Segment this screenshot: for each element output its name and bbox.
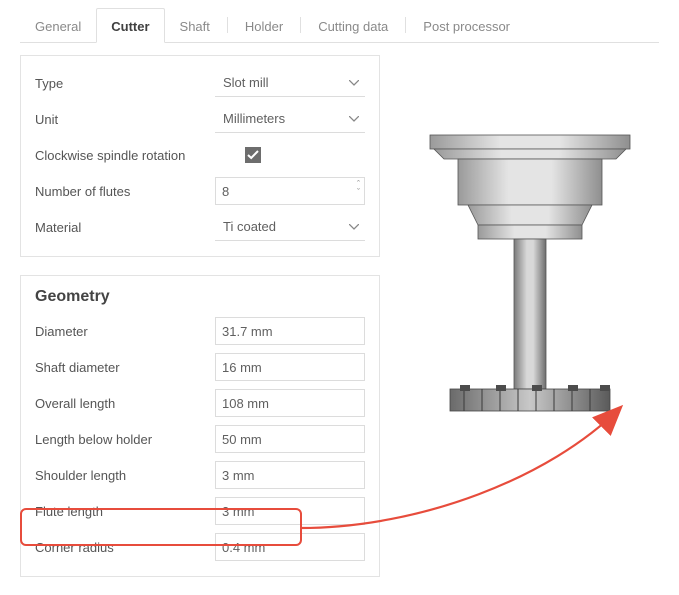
chevron-down-icon: [349, 116, 359, 122]
flutelen-value: 3 mm: [222, 504, 255, 519]
basic-panel: Type Slot mill Unit Mill: [20, 55, 380, 257]
shaftdia-label: Shaft diameter: [35, 360, 215, 375]
diameter-label: Diameter: [35, 324, 215, 339]
tab-post-processor[interactable]: Post processor: [408, 8, 525, 43]
chevron-down-icon: [349, 224, 359, 230]
diameter-value: 31.7 mm: [222, 324, 273, 339]
material-value: Ti coated: [223, 219, 276, 234]
type-value: Slot mill: [223, 75, 269, 90]
tab-cutter[interactable]: Cutter: [96, 8, 164, 43]
overall-label: Overall length: [35, 396, 215, 411]
cw-checkbox[interactable]: [245, 147, 261, 163]
below-field[interactable]: 50 mm: [215, 425, 365, 453]
tab-separator: [300, 17, 301, 33]
flutelen-label: Flute length: [35, 504, 215, 519]
below-value: 50 mm: [222, 432, 262, 447]
flutes-value: 8: [222, 184, 229, 199]
flutelen-field[interactable]: 3 mm: [215, 497, 365, 525]
type-label: Type: [35, 76, 215, 91]
corner-value: 0.4 mm: [222, 540, 265, 555]
cw-label: Clockwise spindle rotation: [35, 148, 245, 163]
tab-shaft[interactable]: Shaft: [165, 8, 225, 43]
tab-bar: General Cutter Shaft Holder Cutting data…: [20, 8, 659, 43]
corner-label: Corner radius: [35, 540, 215, 555]
overall-value: 108 mm: [222, 396, 269, 411]
flutes-label: Number of flutes: [35, 184, 215, 199]
tab-holder[interactable]: Holder: [230, 8, 298, 43]
tab-separator: [227, 17, 228, 33]
flutes-stepper[interactable]: 8 ˆ ˇ: [215, 177, 365, 205]
corner-field[interactable]: 0.4 mm: [215, 533, 365, 561]
unit-value: Millimeters: [223, 111, 285, 126]
geometry-panel: Geometry Diameter 31.7 mm Shaft diameter…: [20, 275, 380, 577]
shaftdia-value: 16 mm: [222, 360, 262, 375]
material-label: Material: [35, 220, 215, 235]
overall-field[interactable]: 108 mm: [215, 389, 365, 417]
unit-label: Unit: [35, 112, 215, 127]
shaftdia-field[interactable]: 16 mm: [215, 353, 365, 381]
shoulder-field[interactable]: 3 mm: [215, 461, 365, 489]
tab-general[interactable]: General: [20, 8, 96, 43]
tab-cutting-data[interactable]: Cutting data: [303, 8, 403, 43]
tool-preview: [380, 55, 659, 475]
diameter-field[interactable]: 31.7 mm: [215, 317, 365, 345]
chevron-down-icon: [349, 80, 359, 86]
tool-cutter-edge: [450, 385, 610, 411]
stepper-down-icon[interactable]: ˇ: [357, 188, 360, 196]
material-select[interactable]: Ti coated: [215, 214, 365, 241]
type-select[interactable]: Slot mill: [215, 70, 365, 97]
below-label: Length below holder: [35, 432, 215, 447]
unit-select[interactable]: Millimeters: [215, 106, 365, 133]
geometry-heading: Geometry: [35, 288, 365, 306]
tab-separator: [405, 17, 406, 33]
shoulder-value: 3 mm: [222, 468, 255, 483]
shoulder-label: Shoulder length: [35, 468, 215, 483]
